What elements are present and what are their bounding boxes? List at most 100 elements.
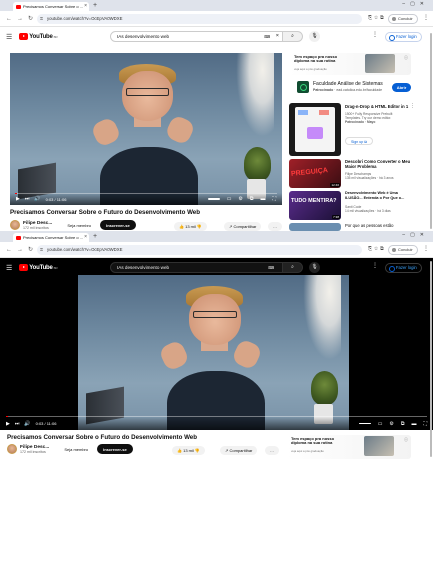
ad-banner[interactable]: Tem espaço pra nosso diploma na sua rotin… [289, 53, 411, 75]
extension-icons[interactable]: ⎘☆⧉ [368, 246, 386, 252]
subtitles-icon[interactable]: ▭ [378, 421, 383, 427]
fullscreen-icon[interactable]: ⛶ [272, 196, 276, 202]
fullscreen-icon[interactable]: ⛶ [423, 421, 427, 427]
reload-icon[interactable]: ↻ [28, 15, 33, 22]
hamburger-menu-icon[interactable]: ☰ [6, 264, 12, 272]
join-button[interactable]: Seja membro [59, 445, 93, 454]
subtitles-icon[interactable]: ▭ [227, 196, 232, 202]
suggestion-title[interactable]: Por que as pessoas estão [345, 223, 413, 228]
tab-close-icon[interactable]: × [84, 3, 87, 9]
subscribe-button[interactable]: Inscrever-se [100, 220, 136, 230]
address-bar[interactable]: ⚿ youtube.com/watch?v=OcEpVA0WDXE [37, 14, 362, 24]
ad-banner-image [365, 54, 395, 73]
settings-dots-icon[interactable]: ⋮ [372, 31, 378, 38]
video-player[interactable]: ▶ ⏭ 🔊 0:03 / 11:06 ▭ ⚙ ⧉ ▬ ⛶ [10, 53, 282, 205]
channel-name[interactable]: Filipe Desc... [23, 221, 52, 226]
volume-icon[interactable]: 🔊 [24, 421, 30, 427]
profile-button[interactable]: Concluir [388, 14, 418, 24]
suggestion-signup-button[interactable]: Sign up ⧉ [345, 137, 373, 145]
tab-close-icon[interactable]: × [84, 234, 87, 240]
more-actions-icon[interactable]: … [265, 446, 279, 455]
voice-search-icon[interactable]: 🎙 [309, 262, 320, 273]
signin-button[interactable]: Fazer login [385, 32, 422, 42]
keyboard-icon[interactable]: ⌨ [268, 263, 274, 272]
join-button[interactable]: Seja membro [62, 221, 96, 230]
channel-avatar[interactable] [10, 220, 20, 230]
subscribe-button[interactable]: Inscrever-se [97, 444, 133, 454]
browser-menu-icon[interactable]: ⋮ [423, 245, 429, 252]
extension-icons[interactable]: ⎘☆⧉ [368, 15, 386, 21]
next-icon[interactable]: ⏭ [15, 421, 20, 427]
ad-info-icon[interactable]: ⓘ [404, 437, 408, 443]
reload-icon[interactable]: ↻ [28, 246, 33, 253]
theater-mode-icon[interactable]: ▬ [260, 196, 265, 202]
profile-button[interactable]: Concluir [388, 245, 418, 255]
like-button[interactable]: 👍 13 mil 👎 [174, 222, 207, 231]
youtube-logo[interactable]: YouTube BR [19, 264, 58, 271]
share-button[interactable]: ↗ Compartilhar [220, 446, 258, 455]
like-button[interactable]: 👍 13 mil 👎 [172, 446, 205, 455]
youtube-logo[interactable]: YouTube BR [19, 33, 58, 40]
suggestion-title[interactable]: Drag-n-Drop & HTML Editor in 1 [345, 104, 415, 109]
share-button[interactable]: ↗ Compartilhar [224, 222, 262, 231]
volume-icon[interactable]: 🔊 [34, 196, 40, 202]
search-button[interactable]: ⌕ [283, 31, 303, 42]
autoplay-toggle[interactable] [358, 422, 371, 425]
keyboard-icon[interactable]: ⌨ [264, 32, 270, 41]
video-player[interactable] [78, 275, 349, 430]
search-input[interactable]: IAs desenvolvimento web ⌨ × [110, 31, 283, 42]
address-bar[interactable]: ⚿ youtube.com/watch?v=OcEpVA0WDXE [37, 245, 362, 255]
page-scrollbar[interactable] [430, 33, 432, 229]
suggestion-title[interactable]: Descobri Como Converter o Meu Maior Prob… [345, 159, 413, 169]
back-icon[interactable]: ← [6, 16, 12, 22]
ad-open-button[interactable]: Abrir [392, 83, 411, 92]
settings-gear-icon[interactable]: ⚙ [238, 196, 242, 202]
search-button[interactable]: ⌕ [283, 262, 303, 273]
thumb-down-icon[interactable]: 👎 [195, 448, 200, 453]
search-input[interactable]: IAs desenvolvimento web ⌨ [110, 262, 283, 273]
forward-icon[interactable]: → [17, 247, 23, 253]
site-info-icon[interactable]: ⚿ [40, 245, 43, 255]
new-tab-icon[interactable]: + [93, 233, 97, 240]
suggestion-thumbnail[interactable] [289, 103, 341, 156]
browser-tab[interactable]: Precisamos Conversar Sobre o ... × [13, 233, 89, 242]
miniplayer-icon[interactable]: ⧉ [250, 196, 254, 202]
browser-menu-icon[interactable]: ⋮ [423, 14, 429, 21]
next-icon[interactable]: ⏭ [25, 196, 30, 202]
window-controls[interactable]: –▢✕ [402, 1, 429, 7]
theater-mode-icon[interactable]: ▬ [411, 421, 416, 427]
ad-banner[interactable]: Tem espaço pra nosso diploma na sua rotin… [286, 435, 411, 459]
settings-gear-icon[interactable]: ⚙ [389, 421, 393, 427]
suggestion-title[interactable]: Desenvolvimento Web é Uma ILUSÃO... Ente… [345, 191, 413, 200]
thumbnail-text: TUDO MENTIRA? [291, 198, 337, 204]
back-icon[interactable]: ← [6, 247, 12, 253]
youtube-play-icon [19, 33, 29, 40]
play-icon[interactable]: ▶ [6, 421, 10, 427]
more-actions-icon[interactable]: … [268, 222, 282, 231]
suggestion-more-icon[interactable]: ⋮ [410, 103, 415, 109]
channel-avatar[interactable] [7, 444, 17, 454]
suggestion-thumbnail[interactable]: TUDO MENTIRA? 7:38 [289, 191, 341, 220]
browser-tab[interactable]: Precisamos Conversar Sobre o ... × [13, 2, 89, 11]
site-info-icon[interactable]: ⚿ [40, 14, 43, 24]
settings-dots-icon[interactable]: ⋮ [372, 262, 378, 269]
page-scrollbar[interactable] [430, 261, 432, 457]
ad-title[interactable]: Faculdade Análise de Sistemas [313, 81, 383, 87]
new-tab-icon[interactable]: + [93, 2, 97, 9]
hamburger-menu-icon[interactable]: ☰ [6, 33, 12, 41]
forward-icon[interactable]: → [17, 16, 23, 22]
clear-search-icon[interactable]: × [276, 32, 279, 41]
miniplayer-icon[interactable]: ⧉ [401, 421, 405, 427]
channel-name[interactable]: Filipe Desc... [20, 445, 49, 450]
suggestion-thumbnail[interactable] [289, 223, 341, 231]
thumb-down-icon[interactable]: 👎 [197, 224, 202, 229]
ad-info-icon[interactable]: ⓘ [404, 55, 408, 61]
autoplay-toggle[interactable] [207, 198, 220, 200]
window-controls[interactable]: –▢✕ [402, 232, 429, 238]
browser-toolbar: ← → ↻ ⚿ youtube.com/watch?v=OcEpVA0WDXE … [0, 242, 433, 258]
ad-domain: ead.catolica.edu.br/faculdade [336, 88, 383, 92]
suggestion-thumbnail[interactable]: PREGUIÇA 12:46 [289, 159, 341, 188]
play-icon[interactable]: ▶ [16, 196, 20, 202]
signin-button[interactable]: Fazer login [385, 263, 422, 273]
voice-search-icon[interactable]: 🎙 [309, 31, 320, 42]
